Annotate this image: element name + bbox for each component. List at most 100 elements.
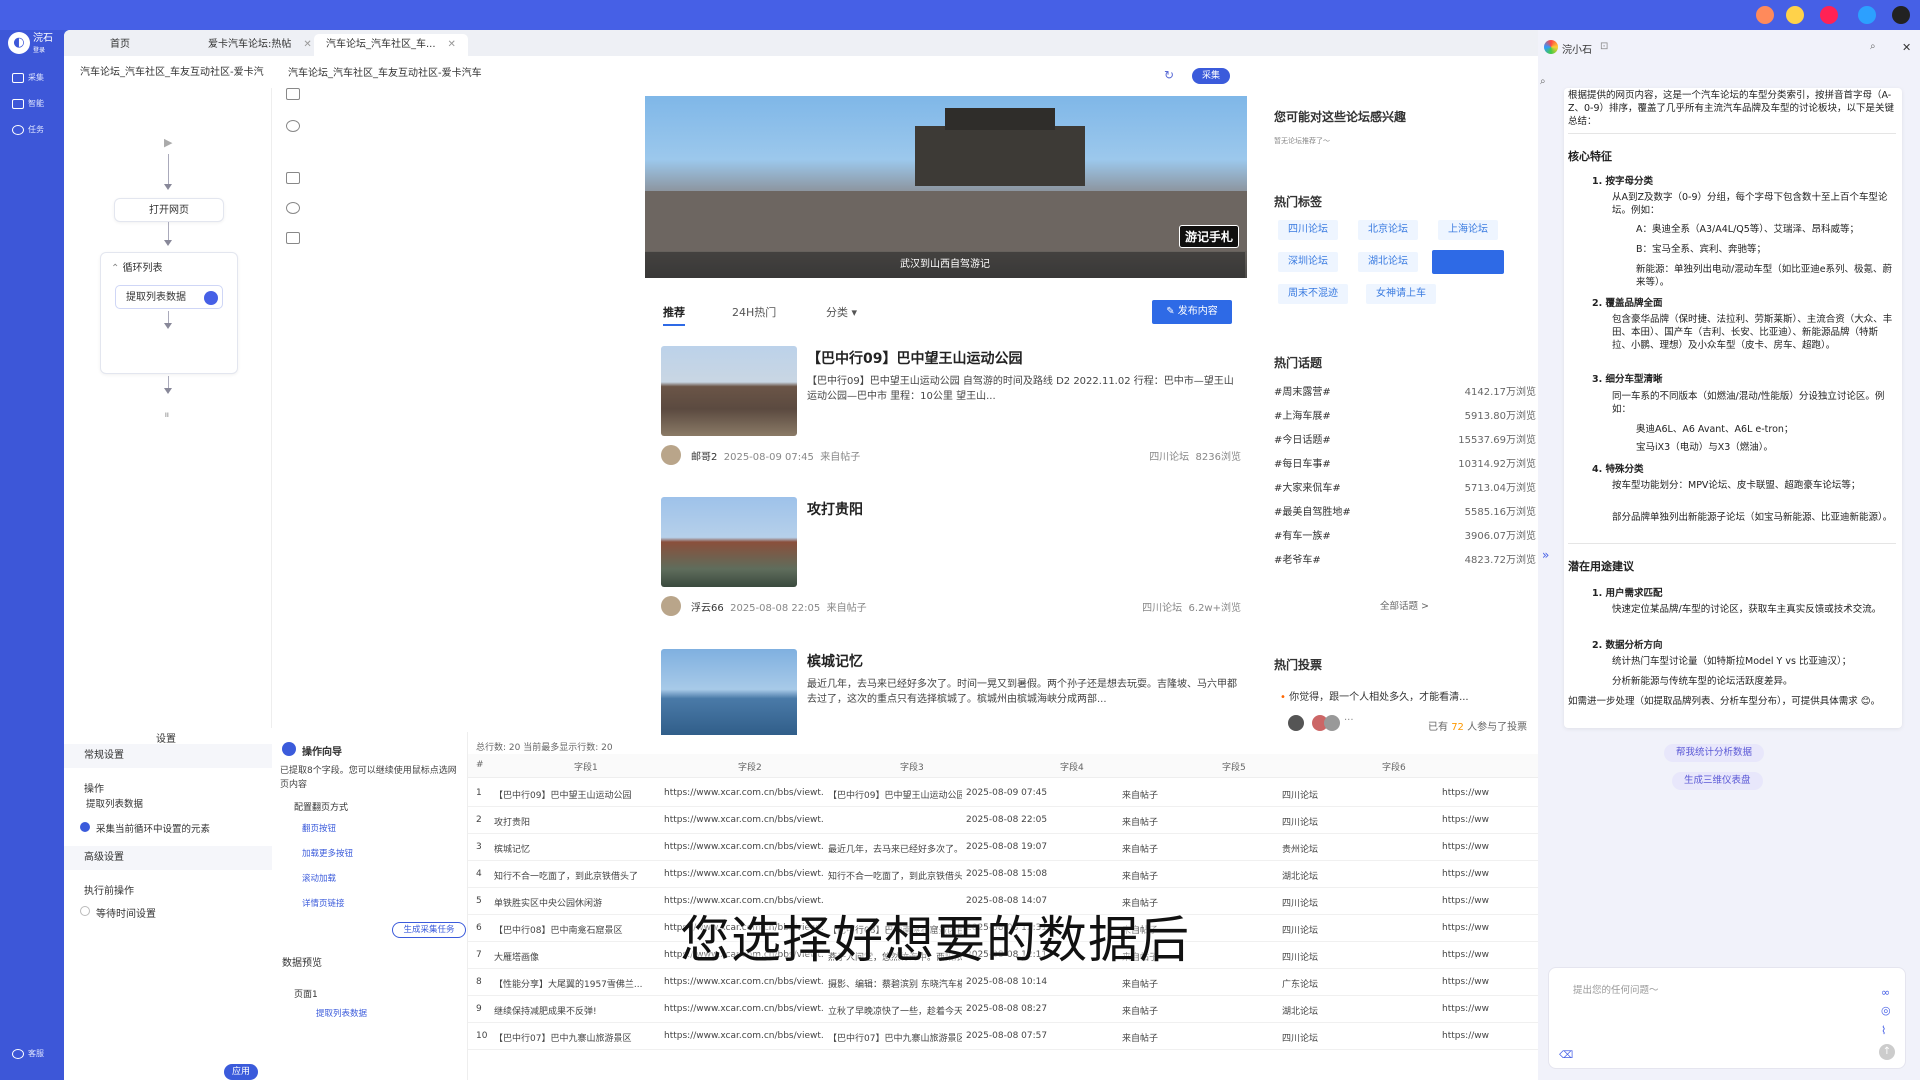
pagination-option[interactable]: 加载更多按钮 [302, 847, 353, 859]
hot-topic-row[interactable]: #有车一族# 3906.07万浏览 [1274, 527, 1536, 542]
post-item[interactable]: 攻打贵阳 浮云66 2025-08-08 22:05 来自帖子 四川论坛 6.2… [661, 497, 1241, 637]
tray-avatar-icon[interactable] [1892, 6, 1910, 24]
nav-item-task[interactable]: 任务 [12, 124, 44, 135]
pagination-option[interactable]: 详情页链接 [302, 897, 345, 909]
hot-topic-row[interactable]: #上海车展# 5913.80万浏览 [1274, 407, 1536, 422]
pagination-option[interactable]: 翻页按钮 [302, 822, 336, 834]
table-row[interactable]: 10 【巴中行07】巴中九寨山旅游景区 https://www.xcar.com.c… [468, 1023, 1538, 1050]
send-icon[interactable]: ↑ [1879, 1044, 1895, 1060]
avatar[interactable] [661, 596, 681, 616]
post-item[interactable]: 【巴中行09】巴中望王山运动公园 【巴中行09】巴中望王山运动公园 自驾游的时间… [661, 346, 1241, 486]
table-row[interactable]: 1 【巴中行09】巴中望王山运动公园 https://www.xcar.com.cn… [468, 780, 1538, 807]
post-item[interactable]: 槟城记忆 最近几年，去马来已经好多次了。时间一晃又到暑假。两个孙子还是想去玩耍。… [661, 649, 1241, 735]
image-icon[interactable] [286, 172, 300, 184]
table-row[interactable]: 3 槟城记忆 https://www.xcar.com.cn/bbs/viewt..… [468, 834, 1538, 861]
gear-icon[interactable] [286, 202, 300, 214]
hot-topic-row[interactable]: #大家来侃车# 5713.04万浏览 [1274, 479, 1536, 494]
close-icon[interactable]: ✕ [448, 39, 456, 50]
link-icon[interactable]: ∞ [1881, 986, 1890, 999]
hot-topic-row[interactable]: #周末露营# 4142.17万浏览 [1274, 383, 1536, 398]
globe-icon[interactable]: ◎ [1881, 1004, 1891, 1017]
hot-topic-row[interactable]: #最美自驾胜地# 5585.16万浏览 [1274, 503, 1536, 518]
before-action-label[interactable]: 执行前操作 [84, 882, 134, 897]
pause-icon[interactable]: ⏸ [164, 408, 170, 422]
close-icon[interactable]: ✕ [1902, 41, 1911, 54]
apply-button[interactable]: 应用 [224, 1064, 258, 1080]
publish-button[interactable]: ✎ 发布内容 [1152, 300, 1232, 324]
close-icon[interactable]: ✕ [303, 39, 311, 50]
tray-app-icon[interactable] [1756, 6, 1774, 24]
table-row[interactable]: 9 继续保持减肥成果不反弹! https://www.xcar.com.cn/bbs… [468, 996, 1538, 1023]
attach-icon[interactable]: ⌇ [1881, 1024, 1886, 1037]
post-forum[interactable]: 四川论坛 [1142, 603, 1182, 614]
hot-tag[interactable]: 北京论坛 [1358, 220, 1418, 240]
post-thumbnail[interactable] [661, 497, 797, 587]
suggestion-chip[interactable]: 帮我统计分析数据 [1664, 744, 1765, 762]
hot-tag[interactable]: 深圳论坛 [1278, 252, 1338, 272]
hot-tag[interactable]: 周末不混迹 [1278, 284, 1348, 304]
broom-icon[interactable]: ⌫ [1559, 1050, 1573, 1061]
post-forum[interactable]: 四川论坛 [1149, 452, 1189, 463]
flow-loop-container[interactable]: ⌃ 循环列表 提取列表数据 [100, 252, 238, 374]
tray-globe-icon[interactable] [1858, 6, 1876, 24]
feed-tab-recommend[interactable]: 推荐 [663, 304, 685, 326]
all-topics-link[interactable]: 全部话题 > [1380, 598, 1429, 612]
play-icon[interactable]: ▶ [164, 136, 172, 149]
collect-button[interactable]: 采集 [1192, 68, 1230, 84]
extract-list-link[interactable]: 提取列表数据 [316, 1007, 367, 1019]
ai-input-box[interactable]: 提出您的任何问题～ ∞ ◎ ⌇ ↑ ⌫ [1548, 967, 1906, 1069]
search-icon[interactable]: ⌕ [1540, 76, 1546, 87]
eye-icon[interactable] [286, 120, 300, 132]
table-row[interactable]: 8 【性能分享】大尾翼的1957雪佛兰... https://www.xcar.co… [468, 969, 1538, 996]
address-bar[interactable]: 汽车论坛_汽车社区_车友互动社区-爱卡汽车 [282, 64, 1242, 84]
post-title[interactable]: 攻打贵阳 [807, 499, 863, 519]
tab-xcar-hot[interactable]: 爱卡汽车论坛:热帖 ✕ [196, 34, 324, 56]
feed-tab-24h[interactable]: 24H热门 [732, 304, 776, 320]
tray-diamond-icon[interactable] [1786, 6, 1804, 24]
general-settings-header[interactable]: 常规设置 [64, 744, 272, 768]
search-icon[interactable]: ⌕ [1870, 41, 1876, 52]
post-thumbnail[interactable] [661, 649, 797, 735]
page1-label[interactable]: 页面1 [294, 987, 318, 1000]
flow-node-extract[interactable]: 提取列表数据 [115, 285, 223, 309]
hot-tag-highlighted[interactable] [1432, 250, 1504, 274]
wait-checkbox[interactable] [80, 906, 90, 916]
nav-item-smart[interactable]: 智能 [12, 98, 44, 109]
hot-tag[interactable]: 女神请上车 [1366, 284, 1436, 304]
refresh-icon[interactable]: ↻ [1164, 68, 1174, 82]
post-title[interactable]: 槟城记忆 [807, 651, 863, 671]
action-select[interactable]: 提取列表数据 [80, 796, 260, 814]
post-title[interactable]: 【巴中行09】巴中望王山运动公园 [807, 348, 1022, 368]
hot-topic-row[interactable]: #每日车事# 10314.92万浏览 [1274, 455, 1536, 470]
suggestion-chip[interactable]: 生成三维仪表盘 [1672, 772, 1763, 790]
expand-icon[interactable]: » [1542, 548, 1549, 562]
table-row[interactable]: 4 知行不合一吃面了，到此京铁借头了 https://www.xcar.com.cn… [468, 861, 1538, 888]
pagination-option[interactable]: 滚动加载 [302, 872, 336, 884]
avatar[interactable] [661, 445, 681, 465]
hot-topic-row[interactable]: #老爷车# 4823.72万浏览 [1274, 551, 1536, 566]
nav-item-collect[interactable]: 采集 [12, 72, 44, 83]
advanced-settings-header[interactable]: 高级设置 [64, 846, 272, 870]
vote-question[interactable]: • 你觉得，跟一个人相处多久，才能看清... [1280, 688, 1469, 703]
feed-tab-category[interactable]: 分类 ▾ [826, 304, 857, 320]
bookmark-icon[interactable]: ⊡ [1600, 41, 1608, 52]
save-icon[interactable] [286, 232, 300, 244]
nav-item-help[interactable]: 客服 [12, 1048, 44, 1059]
hot-topic-row[interactable]: #今日话题# 15537.69万浏览 [1274, 431, 1536, 446]
flow-node-open-page[interactable]: 打开网页 [114, 198, 224, 222]
banner-image[interactable]: 游记手札 武汉到山西自驾游记 [645, 96, 1247, 278]
checkbox[interactable] [80, 822, 90, 832]
post-author[interactable]: 浮云66 [691, 603, 724, 614]
collapse-icon[interactable]: ⌃ [111, 263, 123, 274]
tray-chrome-icon[interactable] [1820, 6, 1838, 24]
tab-xcar-forum[interactable]: 汽车论坛_汽车社区_车... ✕ [314, 34, 468, 56]
hot-tag[interactable]: 四川论坛 [1278, 220, 1338, 240]
generate-task-button[interactable]: 生成采集任务 [392, 922, 466, 938]
post-thumbnail[interactable] [661, 346, 797, 436]
layout-icon[interactable] [286, 88, 300, 100]
hot-tag[interactable]: 湖北论坛 [1358, 252, 1418, 272]
table-row[interactable]: 2 攻打贵阳 https://www.xcar.com.cn/bbs/viewt..… [468, 807, 1538, 834]
tab-home[interactable]: 首页 [98, 34, 142, 56]
post-author[interactable]: 邮哥2 [691, 452, 717, 463]
hot-tag[interactable]: 上海论坛 [1438, 220, 1498, 240]
